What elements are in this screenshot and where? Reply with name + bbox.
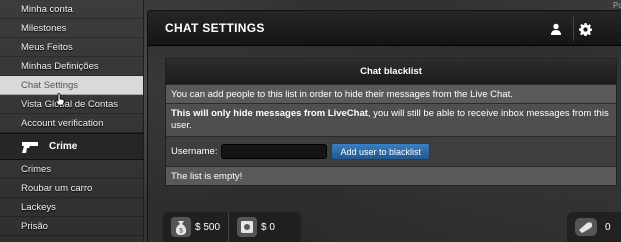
bullet-icon xyxy=(575,218,597,236)
username-input[interactable] xyxy=(221,144,328,159)
sidebar-item-prisao[interactable]: Prisão xyxy=(0,217,143,236)
right-stat-value: 0 xyxy=(605,221,611,233)
profile-button[interactable] xyxy=(544,17,568,41)
add-user-button[interactable]: Add user to blacklist xyxy=(331,143,431,160)
user-icon xyxy=(551,23,561,35)
blacklist-intro: You can add people to this list in order… xyxy=(166,84,616,103)
cash-value: $ 500 xyxy=(195,221,221,233)
divider xyxy=(228,212,230,242)
panel-header: CHAT SETTINGS Po xyxy=(148,1,621,46)
gear-icon xyxy=(579,22,592,36)
blacklist-form: Username: Add user to blacklist xyxy=(166,136,616,166)
sidebar-item-minhas-definicoes[interactable]: Minhas Definições xyxy=(0,57,143,76)
sidebar-item-vista-global[interactable]: Vista Global de Contas xyxy=(0,95,143,114)
chat-settings-panel: CHAT SETTINGS Po Chat blacklist You can … xyxy=(147,1,621,242)
sidebar-item-roubar-carro[interactable]: Roubar um carro xyxy=(0,179,143,198)
sidebar-item-crimes[interactable]: Crimes xyxy=(0,160,143,179)
warning-bold: This will only hide messages from LiveCh… xyxy=(171,108,368,119)
sidebar-item-lackeys[interactable]: Lackeys xyxy=(0,198,143,217)
bank-stat[interactable]: $ 0 xyxy=(237,217,275,237)
blacklist-empty-message: The list is empty! xyxy=(166,166,616,185)
sidebar: Minha conta Milestones Meus Feitos Minha… xyxy=(0,0,144,242)
sidebar-item-minha-conta[interactable]: Minha conta xyxy=(0,0,143,19)
cash-stat[interactable]: $ $ 500 xyxy=(171,217,220,237)
sidebar-item-account-verification[interactable]: Account verification xyxy=(0,114,143,133)
sidebar-section-crime[interactable]: Crime xyxy=(0,133,143,160)
sidebar-section-label: Crime xyxy=(49,141,78,152)
safe-icon xyxy=(237,217,258,237)
sidebar-item-milestones[interactable]: Milestones xyxy=(0,19,143,38)
money-bar: $ $ 500 $ 0 xyxy=(163,212,301,242)
settings-button[interactable] xyxy=(573,17,597,41)
money-bag-icon: $ xyxy=(171,217,191,237)
sidebar-item-meus-feitos[interactable]: Meus Feitos xyxy=(0,38,143,57)
chat-blacklist-box: Chat blacklist You can add people to thi… xyxy=(165,58,617,186)
bank-value: $ 0 xyxy=(261,221,275,233)
gun-icon xyxy=(22,141,38,153)
page-title: CHAT SETTINGS xyxy=(165,21,265,35)
corner-label: Po xyxy=(613,1,621,10)
hand-cursor-icon xyxy=(55,93,65,106)
blacklist-heading: Chat blacklist xyxy=(166,59,616,84)
blacklist-warning: This will only hide messages from LiveCh… xyxy=(166,103,616,136)
username-label: Username: xyxy=(171,146,218,157)
sidebar-item-chat-settings[interactable]: Chat Settings xyxy=(0,76,143,95)
right-stat[interactable]: 0 xyxy=(567,212,621,242)
